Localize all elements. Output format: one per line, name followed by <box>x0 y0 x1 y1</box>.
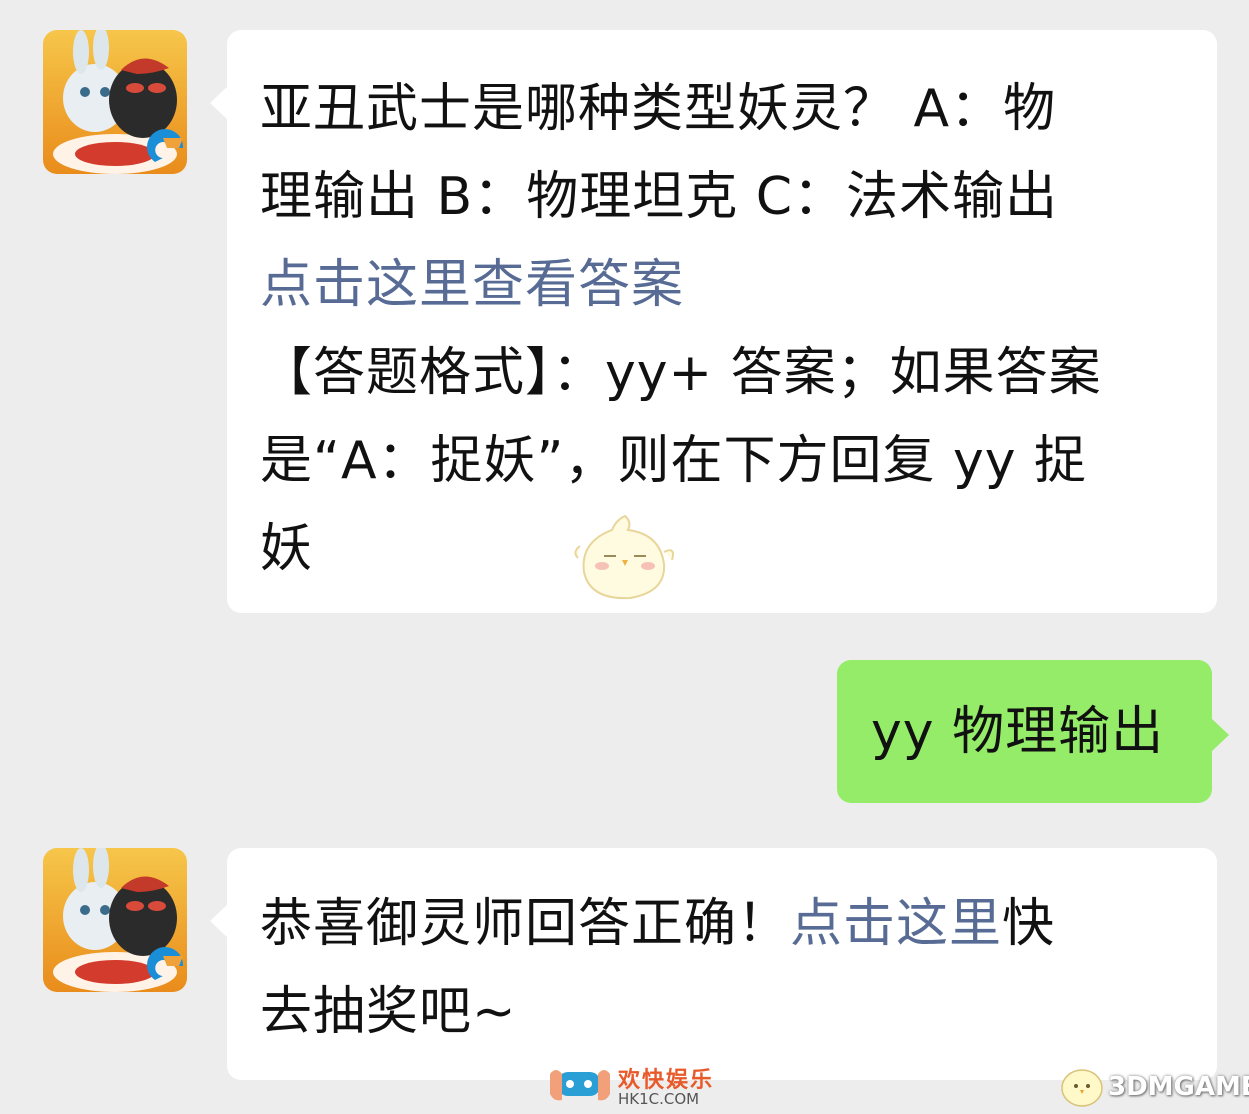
message-line: 恭喜御灵师回答正确！点击这里快 <box>260 880 1189 968</box>
message-line: 亚丑武士是哪种类型妖灵？ A：物 <box>260 79 1057 139</box>
message-line: 妖 <box>260 519 314 579</box>
incoming-message-bubble[interactable]: 亚丑武士是哪种类型妖灵？ A：物 理输出 B：物理坦克 C：法术输出 点击这里查… <box>210 30 1217 613</box>
message-text: 亚丑武士是哪种类型妖灵？ A：物 理输出 B：物理坦克 C：法术输出 点击这里查… <box>260 65 1189 593</box>
incoming-message-bubble[interactable]: 恭喜御灵师回答正确！点击这里快 去抽奖吧~ <box>210 848 1217 1080</box>
threedm-watermark: 3DMGAME <box>1058 1062 1249 1110</box>
hk1c-watermark: 欢快娱乐 HK1C.COM <box>548 1056 718 1112</box>
message-segment: 恭喜御灵师回答正确！ <box>260 894 791 954</box>
game-avatar-icon[interactable] <box>43 30 187 174</box>
message-line: 去抽奖吧~ <box>260 982 517 1042</box>
message-line: 【答题格式】：yy+ 答案；如果答案 <box>260 343 1102 403</box>
outgoing-message-bubble[interactable]: yy 物理输出 <box>837 660 1229 803</box>
game-avatar-icon[interactable] <box>43 848 187 992</box>
message-text: yy 物理输出 <box>871 702 1165 762</box>
view-answer-link[interactable]: 点击这里查看答案 <box>260 241 1189 329</box>
message-line: 是“A：捉妖”，则在下方回复 yy 捉 <box>260 431 1088 491</box>
threedm-text: 3DMGAME <box>1108 1072 1249 1102</box>
message-line: 理输出 B：物理坦克 C：法术输出 <box>260 167 1059 227</box>
chick-sticker-icon <box>572 512 678 606</box>
gamepad-hands-icon <box>550 1070 610 1101</box>
hk1c-url: HK1C.COM <box>618 1090 700 1108</box>
lottery-link[interactable]: 点击这里 <box>790 894 1002 954</box>
message-text: 恭喜御灵师回答正确！点击这里快 去抽奖吧~ <box>260 880 1189 1056</box>
message-segment: 快 <box>1002 894 1056 954</box>
chick-logo-icon <box>1061 1069 1103 1107</box>
